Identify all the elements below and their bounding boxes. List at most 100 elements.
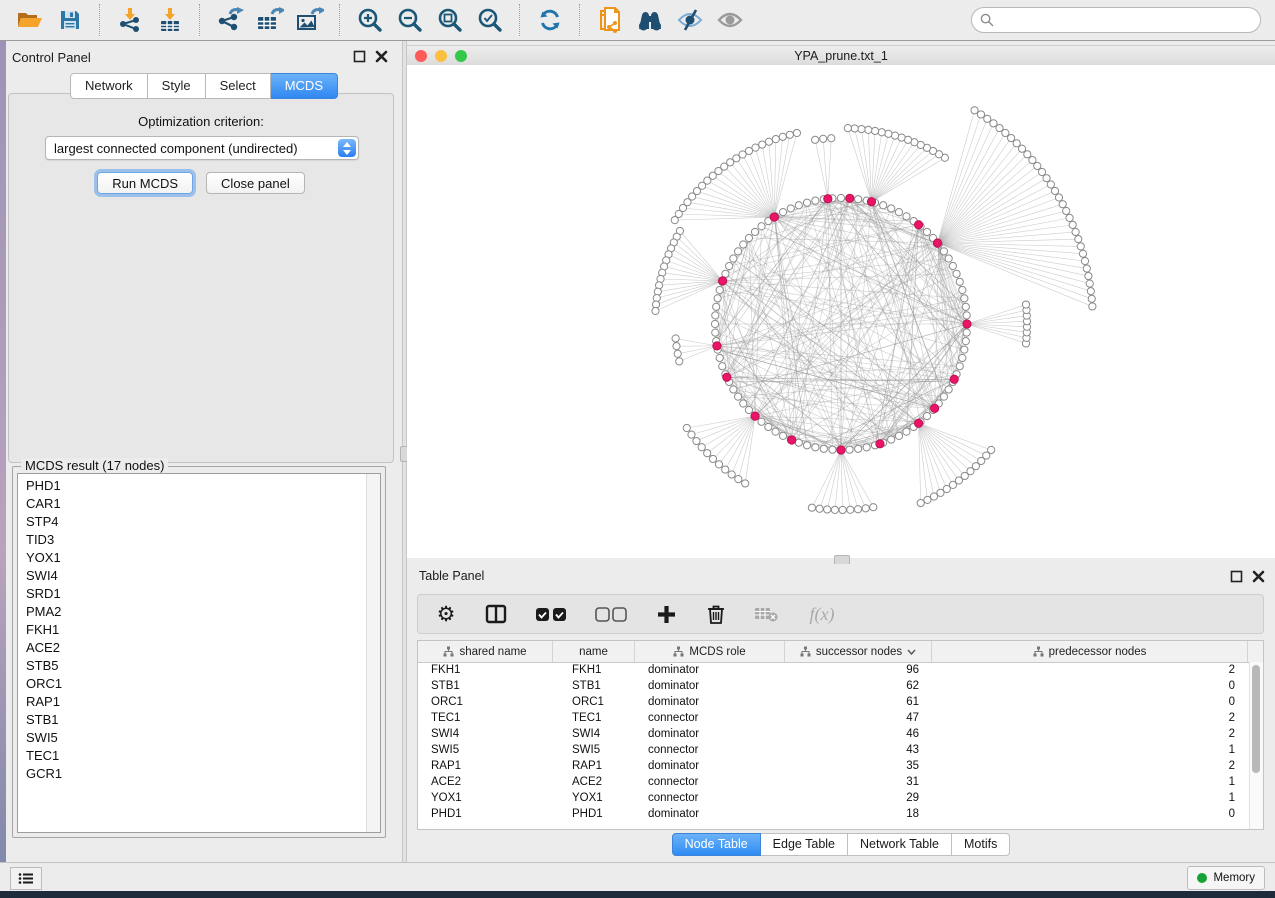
table-row[interactable]: TEC1TEC1connector472 [418,710,1250,726]
zoom-fit-button[interactable] [433,3,467,37]
import-network-button[interactable] [113,3,147,37]
task-history-button[interactable] [10,867,42,890]
node-table: shared name name MCDS rolesuccessor nodes p… [417,640,1264,830]
mcds-result-item[interactable]: PMA2 [18,602,367,620]
mcds-result-item[interactable]: RAP1 [18,692,367,710]
network-nodes[interactable] [652,107,1096,514]
mcds-result-item[interactable]: PHD1 [18,476,367,494]
search-input[interactable] [999,12,1252,28]
export-network-button[interactable] [213,3,247,37]
cell-successor-nodes: 43 [785,744,932,756]
cell-predecessor-nodes: 2 [932,712,1248,724]
column-label: name [579,646,608,658]
column-header-name[interactable]: name [553,641,635,662]
mcds-result-group: MCDS result (17 nodes) PHD1CAR1STP4TID3Y… [12,466,386,838]
export-table-icon [256,7,284,33]
zoom-in-button[interactable] [353,3,387,37]
mcds-result-item[interactable]: TID3 [18,530,367,548]
column-header-predecessor-nodes[interactable]: predecessor nodes [932,641,1248,662]
search-network-button[interactable] [633,3,667,37]
binoculars-icon [635,8,665,32]
delete-column-button[interactable] [704,602,728,626]
hide-panel-button[interactable] [673,3,707,37]
tab-select[interactable]: Select [206,73,271,99]
show-panel-button[interactable] [713,3,747,37]
zoom-selected-button[interactable] [473,3,507,37]
column-type-icon [1033,646,1044,657]
network-canvas[interactable] [407,65,1275,558]
cell-mcds-role: dominator [635,808,785,820]
float-panel-icon[interactable] [353,50,366,63]
mcds-result-item[interactable]: SRD1 [18,584,367,602]
share-document-button[interactable] [593,3,627,37]
open-file-button[interactable] [13,3,47,37]
column-header-mcds-role[interactable]: MCDS role [635,641,785,662]
table-toolbar: ⚙ [417,594,1264,634]
trash-icon [707,604,725,624]
table-row[interactable]: YOX1YOX1connector291 [418,790,1250,806]
mcds-result-item[interactable]: SWI5 [18,728,367,746]
run-mcds-button[interactable]: Run MCDS [97,172,193,194]
split-columns-icon [485,604,507,624]
tab-network-table[interactable]: Network Table [848,833,952,856]
select-all-button[interactable] [534,602,568,626]
table-row[interactable]: PHD1PHD1dominator180 [418,806,1250,822]
show-columns-button[interactable] [484,602,508,626]
table-row[interactable]: STB1STB1dominator620 [418,678,1250,694]
mcds-result-item[interactable]: STB1 [18,710,367,728]
column-header-successor-nodes[interactable]: successor nodes [785,641,932,662]
import-table-button[interactable] [153,3,187,37]
column-label: predecessor nodes [1049,646,1147,658]
mcds-result-item[interactable]: GCR1 [18,764,367,782]
table-row[interactable]: SWI5SWI5connector431 [418,742,1250,758]
close-panel-icon[interactable] [1252,570,1265,583]
tab-network[interactable]: Network [70,73,148,99]
tab-node-table[interactable]: Node Table [672,833,761,856]
table-row[interactable]: SWI4SWI4dominator462 [418,726,1250,742]
tab-motifs[interactable]: Motifs [952,833,1010,856]
mcds-result-item[interactable]: ACE2 [18,638,367,656]
mcds-result-item[interactable]: YOX1 [18,548,367,566]
tab-mcds[interactable]: MCDS [271,73,338,99]
column-header-shared-name[interactable]: shared name [418,641,553,662]
float-panel-icon[interactable] [1230,570,1243,583]
tab-edge-table[interactable]: Edge Table [761,833,848,856]
main-toolbar [0,0,1275,41]
optimization-criterion-select[interactable]: largest connected component (undirected) [45,136,359,160]
mcds-result-item[interactable]: STB5 [18,656,367,674]
export-image-button[interactable] [293,3,327,37]
open-folder-icon [16,8,44,32]
table-row[interactable]: RAP1RAP1dominator352 [418,758,1250,774]
memory-button[interactable]: Memory [1187,866,1265,890]
mcds-result-item[interactable]: STP4 [18,512,367,530]
cell-shared-name: YOX1 [418,792,553,804]
save-session-button[interactable] [53,3,87,37]
close-panel-button[interactable]: Close panel [206,172,305,194]
close-panel-icon[interactable] [375,50,388,63]
zoom-out-button[interactable] [393,3,427,37]
tab-style[interactable]: Style [148,73,206,99]
mcds-result-item[interactable]: SWI4 [18,566,367,584]
network-window-title: YPA_prune.txt_1 [407,49,1275,63]
cell-shared-name: SWI4 [418,728,553,740]
mcds-result-item[interactable]: FKH1 [18,620,367,638]
toolbar-separator [99,4,101,36]
network-window-titlebar[interactable]: YPA_prune.txt_1 [407,45,1275,66]
import-table-icon [157,7,183,33]
mcds-result-item[interactable]: CAR1 [18,494,367,512]
table-row[interactable]: ORC1ORC1dominator610 [418,694,1250,710]
scrollbar-thumb[interactable] [1252,665,1260,773]
global-search[interactable] [971,7,1261,33]
export-table-button[interactable] [253,3,287,37]
mcds-result-scrollbar[interactable] [366,474,380,832]
table-row[interactable]: FKH1FKH1dominator962 [418,662,1250,678]
deselect-all-button[interactable] [594,602,628,626]
refresh-layout-button[interactable] [533,3,567,37]
table-options-button[interactable]: ⚙ [434,602,458,626]
optimization-criterion-label: Optimization criterion: [9,114,393,129]
add-column-button[interactable] [654,602,678,626]
mcds-result-item[interactable]: TEC1 [18,746,367,764]
mcds-result-item[interactable]: ORC1 [18,674,367,692]
table-row[interactable]: ACE2ACE2connector311 [418,774,1250,790]
table-scrollbar[interactable] [1249,662,1263,829]
